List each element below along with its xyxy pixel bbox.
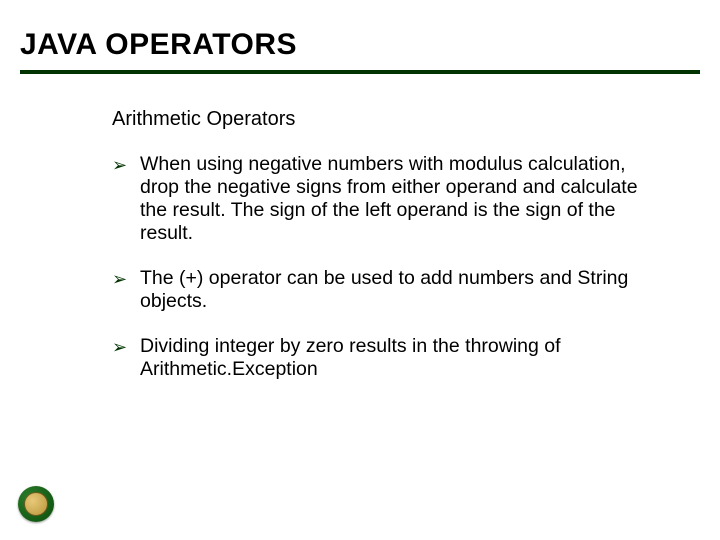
university-seal-logo [18, 486, 54, 522]
seal-outer-ring [18, 486, 54, 522]
bullet-item: ➢ When using negative numbers with modul… [112, 153, 650, 245]
bullet-text: Dividing integer by zero results in the … [140, 335, 561, 380]
bullet-arrow-icon: ➢ [112, 155, 127, 176]
bullet-text: The (+) operator can be used to add numb… [140, 267, 628, 312]
bullet-text: When using negative numbers with modulus… [140, 153, 638, 244]
slide-title: JAVA OPERATORS [20, 28, 700, 62]
content-area: Arithmetic Operators ➢ When using negati… [0, 74, 720, 381]
bullet-item: ➢ Dividing integer by zero results in th… [112, 335, 650, 381]
bullet-arrow-icon: ➢ [112, 337, 127, 358]
bullet-arrow-icon: ➢ [112, 269, 127, 290]
bullet-item: ➢ The (+) operator can be used to add nu… [112, 267, 650, 313]
section-heading: Arithmetic Operators [112, 108, 650, 131]
seal-inner-disc [24, 492, 48, 516]
